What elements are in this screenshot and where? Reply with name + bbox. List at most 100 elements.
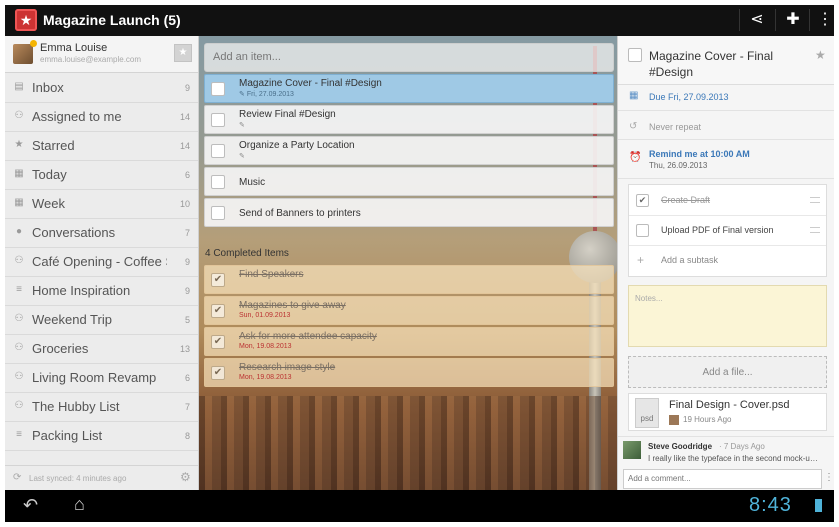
list-icon: ≡ [16,429,22,440]
sidebar-item-label: Café Opening - Coffee S… [32,254,167,269]
sidebar-item[interactable]: ≡ Home Inspiration 9 [5,276,198,306]
star-icon: ★ [14,139,24,150]
task-checkbox[interactable]: ✔ [211,304,225,318]
task-due-date: Fri, 27.09.2013 [246,91,294,98]
home-icon[interactable]: ⌂ [74,494,85,515]
task-title[interactable]: Magazines to give away [239,300,346,311]
sidebar-item-label: Home Inspiration [32,283,131,298]
task-checkbox[interactable] [211,206,225,220]
completed-task-row[interactable]: ✔ Research image style Mon, 19.08.2013 [204,358,614,387]
sidebar-item[interactable]: ⚇ Weekend Trip 5 [5,305,198,335]
sidebar-item[interactable]: ⚇ Groceries 13 [5,334,198,364]
profile-email: emma.louise@example.com [40,55,142,64]
alarm-clock-icon: ⏰ [629,152,642,163]
settings-gear-icon[interactable]: ⚙ [180,470,191,484]
shared-list-icon: ⚇ [14,313,24,324]
share-icon[interactable]: ⋖ [745,9,769,31]
reminder-date: Thu, 26.09.2013 [649,161,708,170]
file-extension: psd [640,414,654,423]
sidebar-item-label: Assigned to me [32,109,122,124]
comment-input[interactable] [624,470,818,486]
sidebar-item-count: 14 [179,141,190,151]
task-title[interactable]: Send of Banners to printers [239,208,361,219]
completed-task-row[interactable]: ✔ Ask for more attendee capacity Mon, 19.0… [204,327,614,356]
subtask-row[interactable]: ✔ Create Draft [629,185,826,216]
reminder-row[interactable]: ⏰ Remind me at 10:00 AM Thu, 26.09.2013 [618,140,834,179]
repeat-row[interactable]: ↺ Never repeat [618,111,834,140]
task-checkbox[interactable] [211,113,225,127]
profile-header[interactable]: Emma Louise emma.louise@example.com ★ [5,36,198,73]
sidebar-item[interactable]: ▦ Today 6 [5,160,198,190]
comment-input-box[interactable] [623,469,822,489]
starred-toggle-icon[interactable]: ★ [174,44,192,62]
sidebar-item-count: 5 [184,315,190,325]
star-icon[interactable]: ★ [815,48,826,62]
due-date-row[interactable]: ▦ Due Fri, 27.09.2013 [618,90,834,111]
subtask-row[interactable]: Upload PDF of Final version [629,215,826,246]
completed-task-row[interactable]: ✔ Magazines to give away Sun, 01.09.2013 [204,296,614,325]
subtask-label[interactable]: Upload PDF of Final version [661,225,774,235]
add-subtask-row[interactable]: + Add a subtask [629,245,826,275]
task-row[interactable]: Magazine Cover - Final #Design ✎ Fri, 27.… [204,74,614,103]
task-checkbox[interactable]: ✔ [211,335,225,349]
task-title[interactable]: Ask for more attendee capacity [239,331,377,342]
back-icon[interactable]: ↶ [23,495,38,516]
shared-list-icon: ⚇ [14,371,24,382]
task-title[interactable]: Find Speakers [239,269,303,280]
sidebar-item[interactable]: ⚇ Assigned to me 14 [5,102,198,132]
sidebar-item[interactable]: ● Conversations 7 [5,218,198,248]
subtask-list: ✔ Create Draft Upload PDF of Final versi… [628,184,827,277]
overflow-menu-icon[interactable]: ⋮ [813,9,834,31]
subtask-checkbox[interactable] [636,224,649,237]
add-item-bar[interactable]: Add an item... [204,43,614,72]
task-row[interactable]: Organize a Party Location ✎ [204,136,614,165]
sidebar-item[interactable]: ⚇ Living Room Revamp 6 [5,363,198,393]
add-item-placeholder: Add an item... [213,51,281,63]
sidebar-item-label: The Hubby List [32,399,120,414]
task-detail-title[interactable]: Magazine Cover - Final #Design [649,48,814,80]
sidebar-item[interactable]: ⚇ Café Opening - Coffee S… 9 [5,247,198,277]
comment-author: Steve Goodridge [648,442,713,451]
task-checkbox[interactable] [211,82,225,96]
task-checkbox[interactable]: ✔ [211,366,225,380]
drag-handle-icon[interactable] [810,227,820,233]
task-row[interactable]: Review Final #Design ✎ [204,105,614,134]
task-row[interactable]: Music [204,167,614,196]
notes-field[interactable]: Notes... [628,285,827,347]
task-checkbox[interactable] [211,175,225,189]
shared-list-icon: ⚇ [14,342,24,353]
task-checkbox[interactable]: ✔ [211,273,225,287]
completed-heading[interactable]: 4 Completed Items [205,248,289,259]
overflow-menu-icon[interactable]: ⋮ [824,472,834,483]
task-title[interactable]: Research image style [239,362,335,373]
action-bar: ★ Magazine Launch (5) ⋖ ✚ ⋮ [5,5,834,36]
comment: Steve Goodridge · 7 Days Ago I really li… [618,436,834,467]
file-time: 19 Hours Ago [683,415,732,424]
task-title[interactable]: Review Final #Design [239,109,336,120]
comment-time: · 7 Days Ago [719,442,765,451]
task-row[interactable]: Send of Banners to printers [204,198,614,227]
add-person-icon[interactable]: ✚ [781,9,805,31]
file-name: Final Design - Cover.psd [669,399,790,411]
sidebar-item[interactable]: ⚇ The Hubby List 7 [5,392,198,422]
completed-task-row[interactable]: ✔ Find Speakers [204,265,614,294]
task-complete-checkbox[interactable] [628,48,642,62]
task-title[interactable]: Organize a Party Location [239,140,355,151]
app-logo-icon[interactable]: ★ [15,9,37,31]
reminder-text: Remind me at 10:00 AM [649,149,750,159]
sidebar-item[interactable]: ≡ Packing List 8 [5,421,198,451]
add-file-button[interactable]: Add a file... [628,356,827,388]
file-attachment[interactable]: psd Final Design - Cover.psd 19 Hours Ag… [628,393,827,431]
shared-list-icon: ⚇ [14,255,24,266]
drag-handle-icon[interactable] [810,197,820,203]
task-title[interactable]: Magazine Cover - Final #Design [239,78,382,89]
task-checkbox[interactable] [211,144,225,158]
subtask-checkbox[interactable]: ✔ [636,194,649,207]
divider [739,9,740,31]
sidebar-item[interactable]: ★ Starred 14 [5,131,198,161]
sidebar-item[interactable]: ▤ Inbox 9 [5,73,198,103]
subtask-label[interactable]: Create Draft [661,195,710,205]
sync-icon[interactable]: ⟳ [13,472,21,483]
task-title[interactable]: Music [239,177,265,188]
sidebar-item[interactable]: ▦ Week 10 [5,189,198,219]
